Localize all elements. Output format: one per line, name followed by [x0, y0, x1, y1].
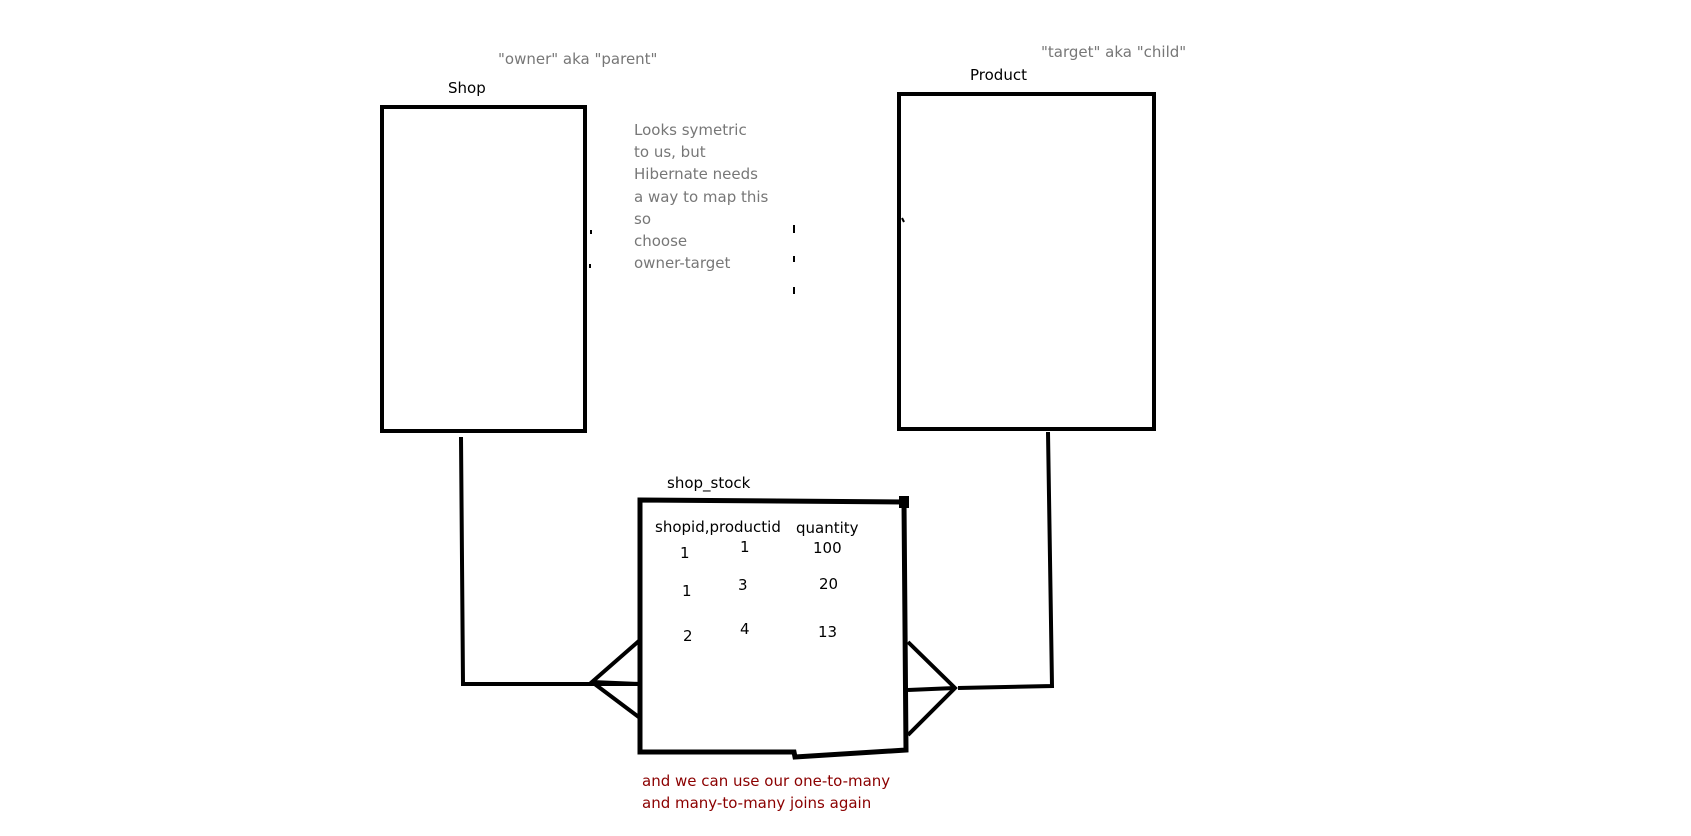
header-quantity: quantity — [796, 519, 859, 537]
svg-text:owner-target: owner-target — [634, 254, 731, 272]
svg-text:so: so — [634, 210, 651, 228]
shop-box — [380, 105, 587, 433]
diagram-canvas: "owner" aka "parent" "target" aka "child… — [380, 43, 1186, 812]
owner-note: "owner" aka "parent" — [498, 50, 657, 68]
product-title: Product — [970, 66, 1027, 84]
svg-text:choose: choose — [634, 232, 687, 250]
bottom-note-line-2: and many-to-many joins again — [642, 794, 871, 812]
box-corner-mark — [899, 496, 909, 508]
shop-stock-title: shop_stock — [667, 474, 751, 493]
svg-text:Hibernate needs: Hibernate needs — [634, 165, 758, 183]
shop-title: Shop — [448, 79, 486, 97]
svg-text:Looks symetric: Looks symetric — [634, 121, 747, 139]
svg-text:1: 1 — [682, 582, 692, 600]
product-box — [897, 92, 1156, 431]
header-shopid-productid: shopid,productid — [655, 518, 781, 536]
crows-foot-left-mid — [591, 680, 641, 686]
svg-text:100: 100 — [813, 539, 842, 557]
svg-text:20: 20 — [819, 575, 838, 593]
svg-text:3: 3 — [738, 576, 748, 594]
table-row: 2 4 13 — [683, 620, 837, 645]
table-row: 1 1 100 — [680, 538, 842, 562]
svg-text:to us, but: to us, but — [634, 143, 706, 161]
crows-foot-right-mid — [907, 686, 956, 692]
svg-text:1: 1 — [740, 538, 750, 556]
svg-text:1: 1 — [680, 544, 690, 562]
svg-text:13: 13 — [818, 623, 837, 641]
table-row: 1 3 20 — [682, 575, 838, 600]
shop-connector-line — [459, 436, 640, 686]
svg-text:4: 4 — [740, 620, 750, 638]
crows-foot-left — [588, 638, 642, 720]
middle-note: Looks symetric to us, but Hibernate need… — [634, 121, 769, 272]
target-note: "target" aka "child" — [1041, 43, 1186, 61]
bottom-note-line-1: and we can use our one-to-many — [642, 772, 890, 790]
shop-stock-box — [637, 497, 909, 760]
svg-text:2: 2 — [683, 627, 693, 645]
product-connector-line — [957, 431, 1055, 690]
svg-text:a way to map this: a way to map this — [634, 188, 769, 206]
